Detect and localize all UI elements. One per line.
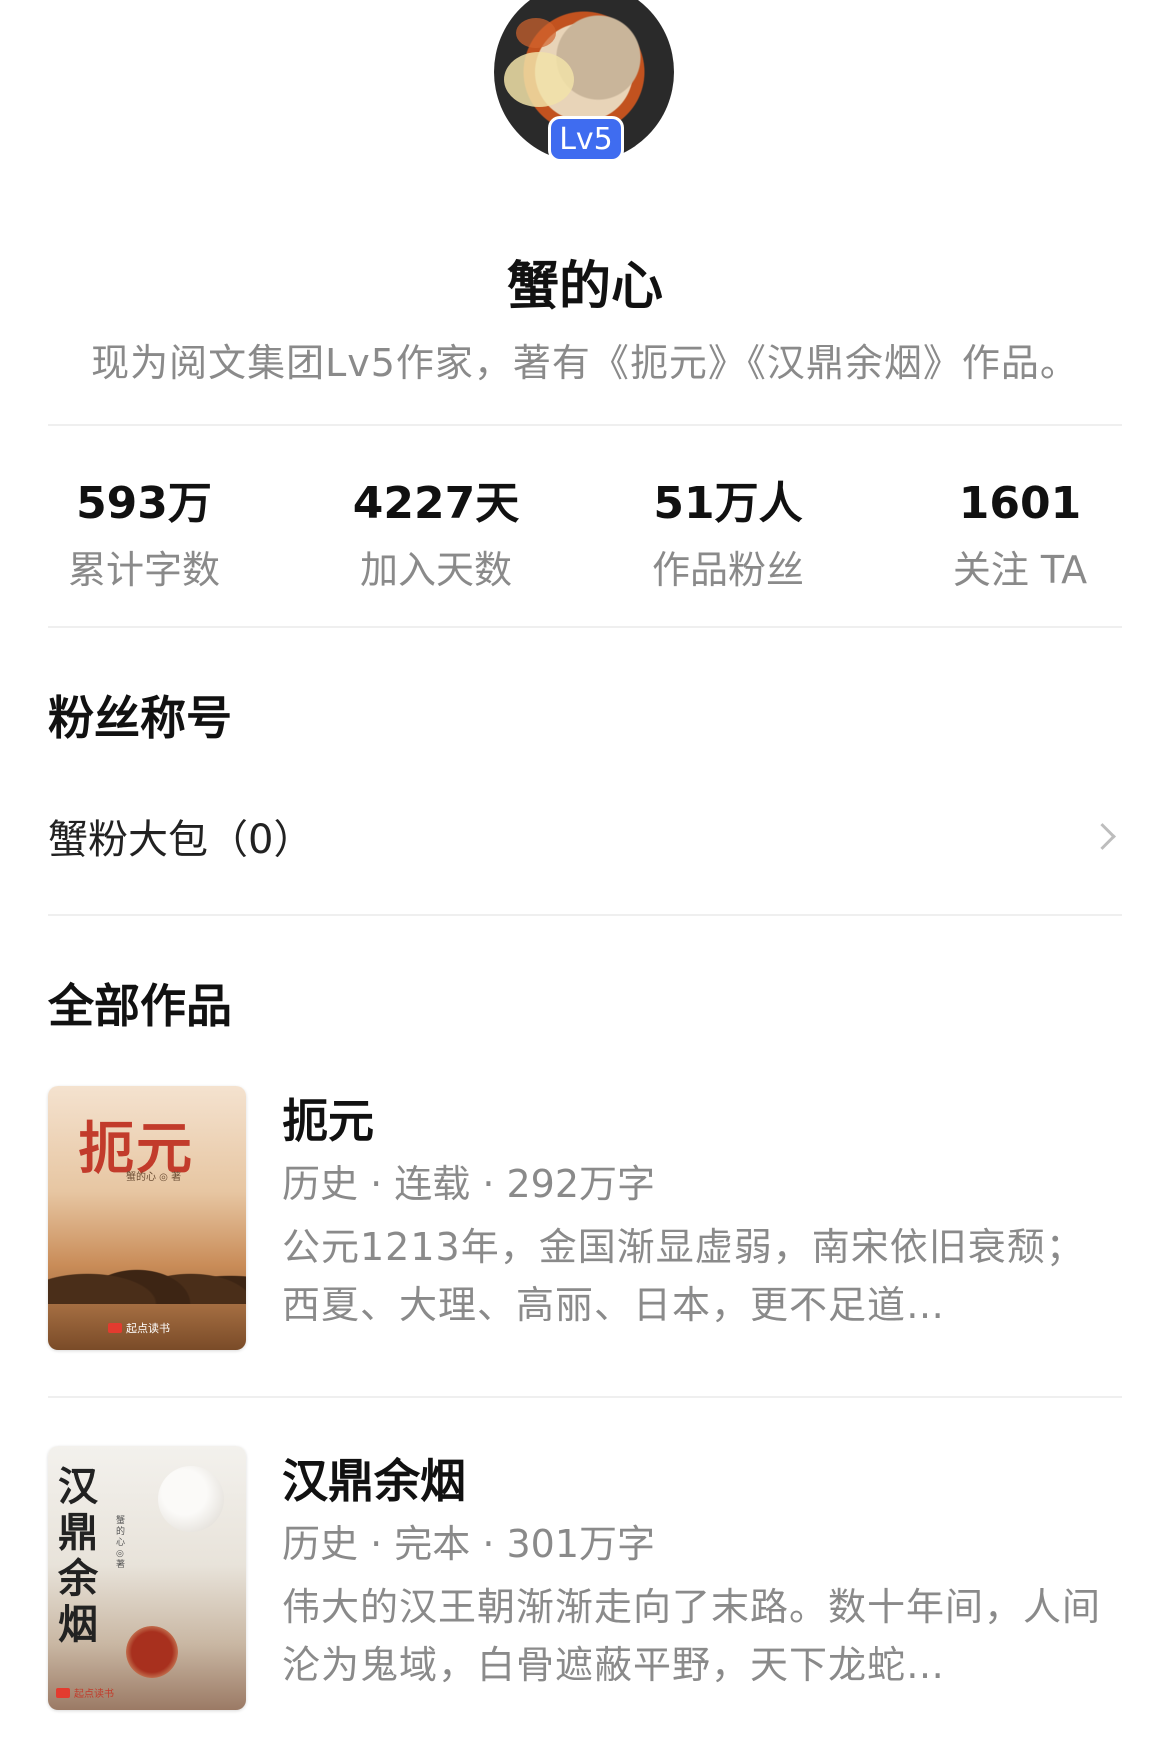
author-profile-page: Lv5 蟹的心 现为阅文集团Lv5作家，著有《扼元》《汉鼎余烟》作品。 593万… xyxy=(0,0,1170,1750)
cover-brand: 起点读书 xyxy=(108,1320,170,1336)
book-info: 扼元 历史 · 连载 · 292万字 公元1213年，金国渐显虚弱，南宋依旧衰颓… xyxy=(282,1086,1122,1334)
cover-warriors-illustration xyxy=(48,1234,246,1304)
book-cover[interactable]: 扼元 蟹的心 ◎ 著 起点读书 xyxy=(48,1086,246,1350)
stat-value: 51万人 xyxy=(653,478,803,529)
qidian-logo-icon xyxy=(108,1323,122,1333)
stat-word-count: 593万 累计字数 xyxy=(24,476,264,594)
book-cover[interactable]: 汉鼎余烟 蟹的心 ◎ 著 起点读书 xyxy=(48,1446,246,1710)
book-item[interactable]: 汉鼎余烟 蟹的心 ◎ 著 起点读书 汉鼎余烟 历史 · 完本 · 301万字 伟… xyxy=(48,1446,1122,1714)
stat-fans[interactable]: 51万人 作品粉丝 xyxy=(608,476,848,594)
cover-brand: 起点读书 xyxy=(56,1685,114,1700)
cover-sun-illustration xyxy=(126,1626,178,1678)
stats-bar: 593万 累计字数 4227天 加入天数 51万人 作品粉丝 1601 关注 T… xyxy=(0,476,1170,596)
book-info: 汉鼎余烟 历史 · 完本 · 301万字 伟大的汉王朝渐渐走向了末路。数十年间，… xyxy=(282,1446,1122,1694)
stat-value: 1601 xyxy=(958,478,1082,529)
stat-label: 累计字数 xyxy=(67,548,220,592)
qidian-logo-icon xyxy=(56,1687,70,1698)
stat-following[interactable]: 1601 关注 TA xyxy=(900,476,1140,594)
author-bio: 现为阅文集团Lv5作家，著有《扼元》《汉鼎余烟》作品。 xyxy=(91,341,1079,385)
cover-title: 汉鼎余烟 xyxy=(58,1463,98,1648)
cover-author: 蟹的心 ◎ 著 xyxy=(126,1172,182,1183)
book-description: 公元1213年，金国渐显虚弱，南宋依旧衰颓；西夏、大理、高丽、日本，更不足道… xyxy=(282,1225,1085,1327)
level-badge: Lv5 xyxy=(548,116,624,162)
divider xyxy=(48,424,1122,426)
fan-title-heading: 粉丝称号 xyxy=(48,691,232,745)
cover-brand-text: 起点读书 xyxy=(74,1689,114,1700)
stat-label: 关注 TA xyxy=(952,548,1088,592)
book-meta: 历史 · 连载 · 292万字 xyxy=(282,1162,656,1206)
stat-label: 作品粉丝 xyxy=(651,548,804,592)
stat-label: 加入天数 xyxy=(359,548,512,592)
cover-brand-text: 起点读书 xyxy=(126,1322,170,1335)
works-heading: 全部作品 xyxy=(48,979,232,1033)
book-item[interactable]: 扼元 蟹的心 ◎ 著 起点读书 扼元 历史 · 连载 · 292万字 公元121… xyxy=(48,1086,1122,1354)
divider xyxy=(48,914,1122,916)
stat-value: 593万 xyxy=(76,478,212,529)
fan-title-row[interactable]: 蟹粉大包（0） xyxy=(48,806,1122,866)
avatar-sauce-decoration xyxy=(516,18,556,48)
book-meta: 历史 · 完本 · 301万字 xyxy=(282,1522,656,1566)
divider xyxy=(48,1396,1122,1398)
author-name: 蟹的心 xyxy=(506,257,663,317)
chevron-right-icon xyxy=(1089,822,1116,850)
avatar-noodle-decoration xyxy=(504,52,574,107)
cover-author: 蟹的心 ◎ 著 xyxy=(116,1516,126,1570)
book-title[interactable]: 扼元 xyxy=(282,1090,1122,1152)
fan-title-item: 蟹粉大包（0） xyxy=(48,817,314,863)
divider xyxy=(48,626,1122,628)
cover-moon-illustration xyxy=(158,1466,224,1532)
stat-value: 4227天 xyxy=(352,478,520,529)
stat-join-days: 4227天 加入天数 xyxy=(316,476,556,594)
book-description: 伟大的汉王朝渐渐走向了末路。数十年间，人间沦为鬼域，白骨遮蔽平野，天下龙蛇… xyxy=(282,1585,1102,1687)
book-title[interactable]: 汉鼎余烟 xyxy=(282,1450,1122,1512)
